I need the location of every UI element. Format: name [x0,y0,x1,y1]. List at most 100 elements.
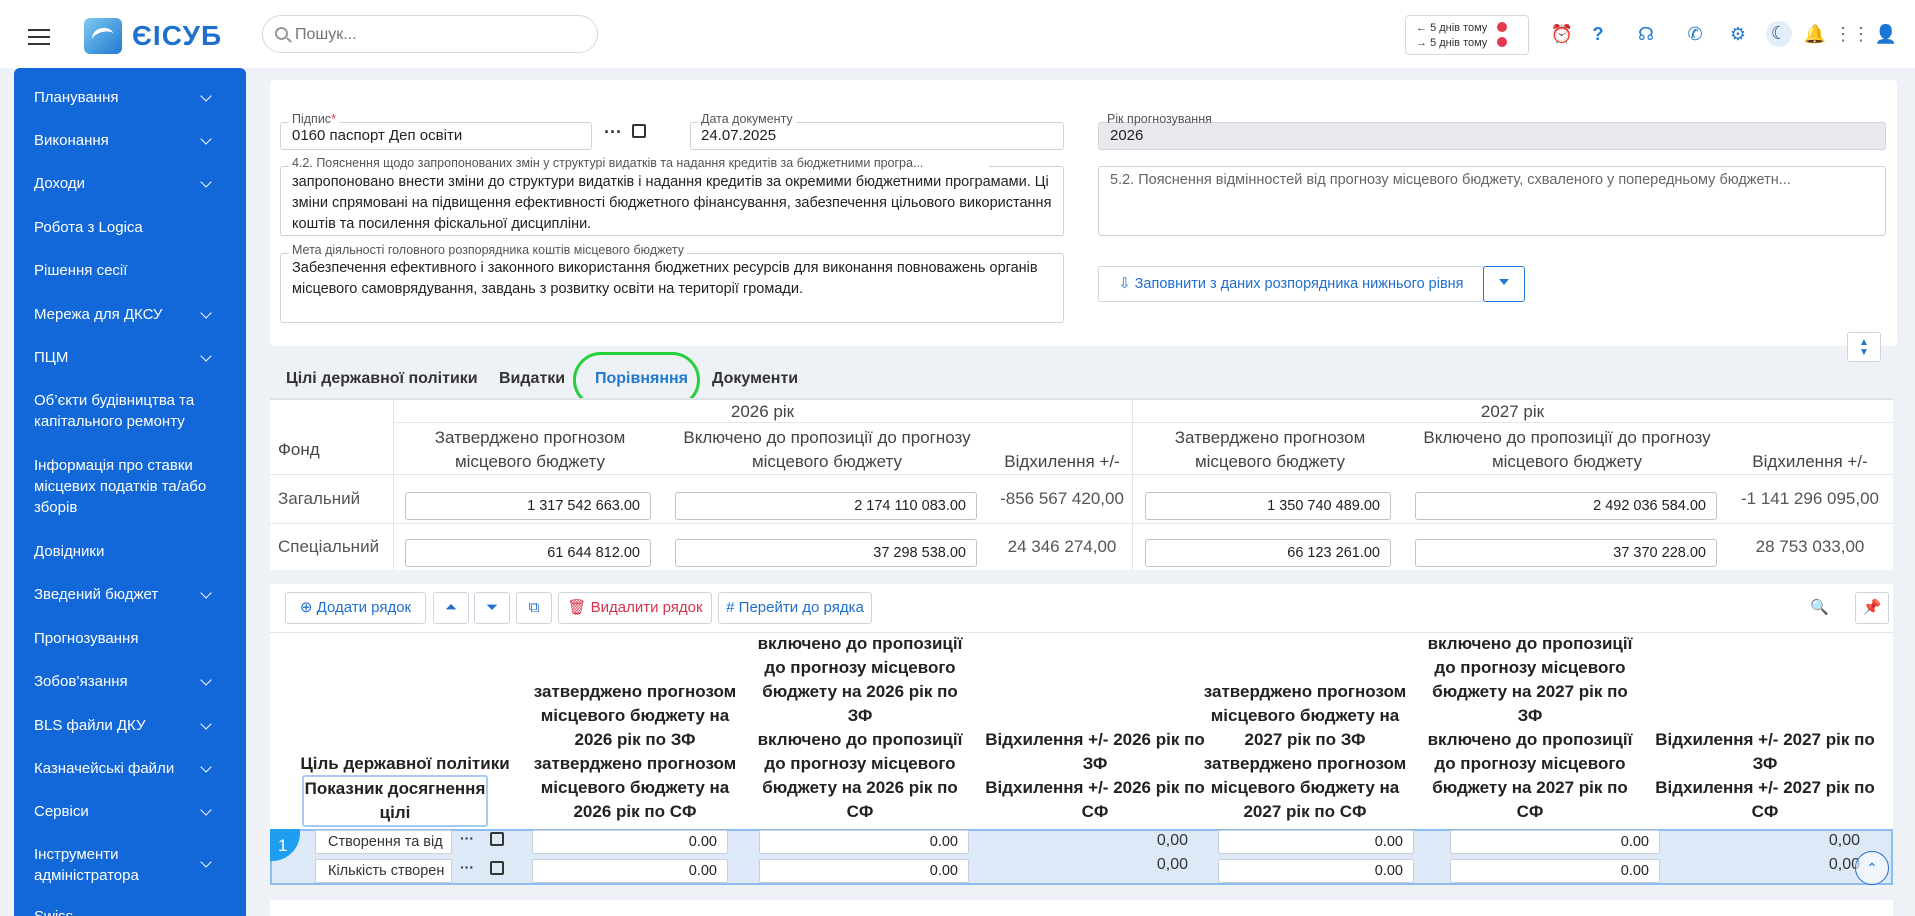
more-options-icon[interactable]: ··· [604,122,622,143]
sidebar-item-execution[interactable]: Виконання [34,130,224,151]
table-divider [1132,400,1133,570]
scroll-to-top-icon[interactable]: ⌃ [1855,851,1889,885]
forecast-year-field [1098,122,1886,150]
table-divider [270,523,1893,524]
included-2026-special[interactable]: 37 298 538.00 [675,539,977,567]
sidebar-item-label: Рішення сесії [34,262,128,279]
approved-2027-zf-cell[interactable]: 0.00 [1218,830,1414,854]
copy-row-button[interactable]: ⧉ [516,592,552,624]
sidebar-item-label: Довідники [34,543,105,560]
pin-icon: 📌 [1862,599,1882,616]
sidebar-item-income[interactable]: Доходи [34,173,224,194]
approved-2027-sf-header: затверджено прогнозом місцевого бюджету … [1203,754,1407,821]
approved-2027-general[interactable]: 1 350 740 489.00 [1145,492,1391,520]
goal-external-link-icon[interactable] [490,832,504,846]
gear-icon[interactable]: ⚙ [1726,22,1750,46]
included-2026-general[interactable]: 2 174 110 083.00 [675,492,977,520]
alarm-clock-icon[interactable]: ⏰ [1550,22,1574,46]
sidebar-item-network[interactable]: Мережа для ДКСУ [34,304,224,325]
deviation-2027-zf-header: Відхилення +/- 2027 рік по ЗФ [1655,730,1875,773]
sidebar-item-label: Робота з Logica [34,219,143,236]
fill-from-subordinate-button[interactable]: ⇩ Заповнити з даних розпорядника нижньог… [1098,266,1484,302]
included-2027-special[interactable]: 37 370 228.00 [1415,539,1717,567]
indicator-more-icon[interactable]: ··· [460,859,474,875]
fill-button-label: Заповнити з даних розпорядника нижнього … [1134,276,1464,292]
menu-icon[interactable] [28,29,50,45]
move-up-button[interactable]: ⏶ [433,592,469,624]
move-down-button[interactable]: ⏷ [474,592,510,624]
indicator-external-link-icon[interactable] [490,861,504,875]
delete-row-button[interactable]: 🗑 Видалити рядок [558,592,712,624]
notification-timestamps[interactable]: ← 5 днів тому → 5 днів тому [1405,15,1529,55]
sidebar-item-forecasting[interactable]: Прогнозування [34,628,224,649]
goal-select[interactable]: Створення та від [315,830,452,854]
included-2027-zf-header: включено до пропозиції до прогнозу місце… [1427,634,1633,725]
approved-2026-general[interactable]: 1 317 542 663.00 [405,492,651,520]
goal-more-icon[interactable]: ··· [460,830,474,846]
sidebar-item-tax-rates[interactable]: Інформація про ставки місцевих податків … [34,455,224,518]
sidebar-item-directories[interactable]: Довідники [34,541,224,562]
bell-icon[interactable]: 🔔 [1803,22,1827,46]
add-row-button[interactable]: ⊕ Додати рядок [285,592,426,624]
alert-dot-icon [1497,22,1508,32]
deviation-2027-header: Відхилення +/- [1752,452,1868,471]
sidebar-item-label: Доходи [34,175,85,192]
zoom-icon[interactable]: 🔍 [1810,598,1829,616]
user-avatar-icon[interactable]: 👤 [1874,22,1898,46]
sidebar-item-logica[interactable]: Робота з Logica [34,217,224,238]
tab-expenses[interactable]: Видатки [499,370,565,388]
sidebar-item-session[interactable]: Рішення сесії [34,260,224,281]
sidebar-item-construction[interactable]: Об’єкти будівництва та капітального ремо… [34,390,224,432]
tab-policy-goals[interactable]: Цілі державної політики [286,370,478,388]
included-2027-sf-header: включено до пропозиції до прогнозу місце… [1427,730,1633,821]
goals-grid-card: ⊕ Додати рядок ⏶ ⏷ ⧉ 🗑 Видалити рядок # … [270,584,1893,885]
copy-icon: ⧉ [528,599,540,616]
sidebar-item-bls[interactable]: BLS файли ДКУ [34,715,224,736]
search-box[interactable] [262,15,598,53]
chevron-down-icon [200,587,212,599]
indicator-select[interactable]: Кількість створен [315,859,452,883]
sidebar-item-planning[interactable]: Планування [34,87,224,108]
chevron-down-icon [200,350,212,362]
search-input[interactable] [295,24,585,46]
pin-button[interactable]: 📌 [1855,592,1889,624]
sidebar-item-label: Інструменти адміністратора [34,846,139,884]
table-divider [393,400,394,570]
goto-row-button[interactable]: # Перейти до рядка [718,592,872,624]
included-2026-sf-cell[interactable]: 0.00 [759,859,969,883]
approved-2026-special[interactable]: 61 644 812.00 [405,539,651,567]
included-2027-zf-cell[interactable]: 0.00 [1450,830,1660,854]
apps-grid-icon[interactable]: ⋮⋮ [1834,22,1870,46]
app-logo-text: ЄІСУБ [132,20,223,51]
support-headset-icon[interactable]: ☊ [1634,22,1658,46]
sidebar-item-consolidated[interactable]: Зведений бюджет [34,584,224,605]
sidebar-item-admin-tools[interactable]: Інструменти адміністратора [34,844,224,886]
signature-value: 0160 паспорт Деп освіти [292,127,463,144]
chevron-down-icon [200,761,212,773]
tab-documents[interactable]: Документи [712,370,798,388]
included-2027-general[interactable]: 2 492 036 584.00 [1415,492,1717,520]
phone-icon[interactable]: ✆ [1683,22,1707,46]
fill-dropdown-button[interactable] [1483,266,1525,302]
approved-2026-zf-cell[interactable]: 0.00 [532,830,728,854]
sidebar-item-label: Мережа для ДКСУ [34,306,163,323]
approved-2027-special[interactable]: 66 123 261.00 [1145,539,1391,567]
approved-2027-sf-cell[interactable]: 0.00 [1218,859,1414,883]
top-bar: ЄІСУБ ← 5 днів тому → 5 днів тому ⏰ ? ☊ … [0,0,1915,68]
sidebar-item-swiss[interactable]: Swiss [34,906,224,916]
included-2026-zf-header: включено до пропозиції до прогнозу місце… [757,634,963,725]
included-2026-zf-cell[interactable]: 0.00 [759,830,969,854]
sidebar-item-services[interactable]: Сервіси [34,801,224,822]
dark-mode-moon-icon[interactable]: ☾ [1766,21,1792,47]
help-icon[interactable]: ? [1586,22,1610,46]
included-2027-sf-cell[interactable]: 0.00 [1450,859,1660,883]
sidebar-item-obligations[interactable]: Зобов’язання [34,671,224,692]
fund-special-label: Спеціальний [278,537,380,556]
external-link-icon[interactable] [632,124,646,138]
approved-2026-sf-cell[interactable]: 0.00 [532,859,728,883]
sidebar-item-pcm[interactable]: ПЦМ [34,347,224,368]
document-form-card: Підпис* 0160 паспорт Деп освіти ··· Дата… [270,80,1897,362]
collapse-toggle-button[interactable]: ▲ ▼ [1847,332,1881,362]
goal-column-header: Ціль державної політики [300,754,510,773]
sidebar-item-treasury[interactable]: Казначейські файли [34,758,224,779]
